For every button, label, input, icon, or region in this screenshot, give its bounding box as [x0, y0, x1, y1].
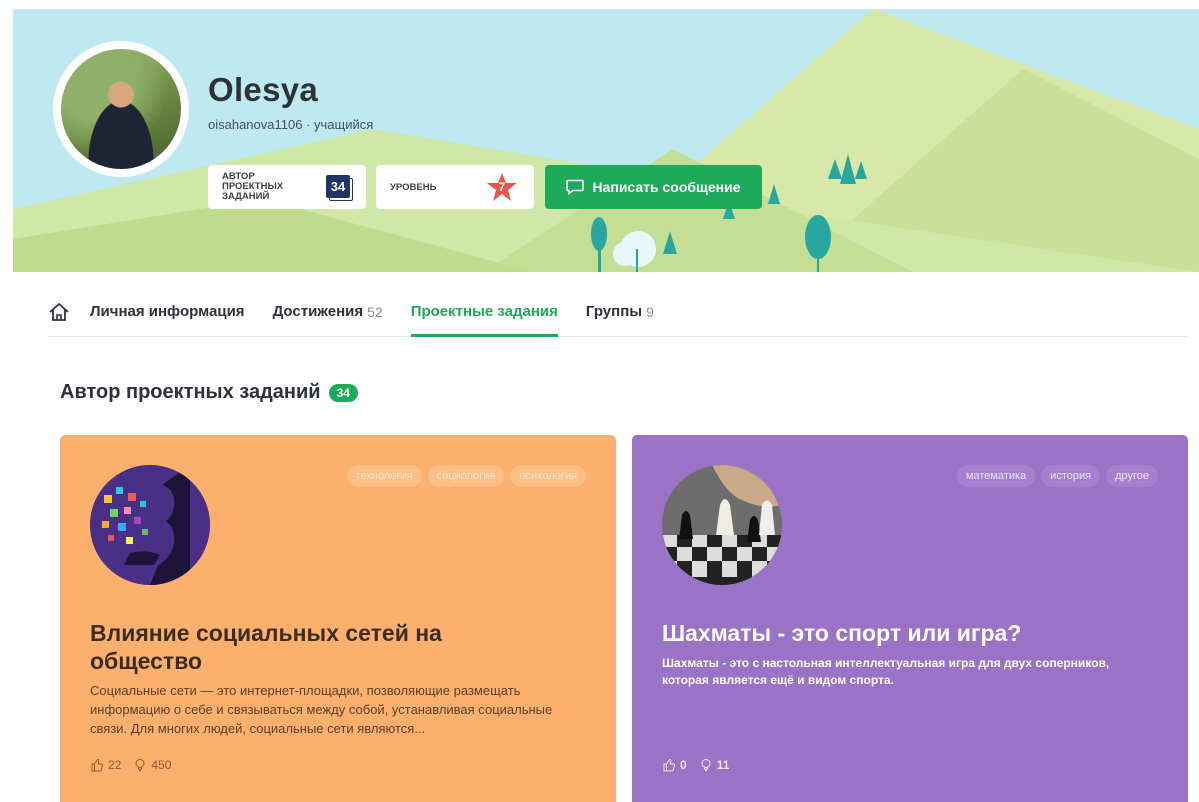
project-stats: 22 450 [90, 758, 171, 772]
tag[interactable]: социология [427, 465, 505, 487]
ideas-stat[interactable]: 11 [699, 758, 729, 772]
level-stat-card[interactable]: УРОВЕНЬ 7 [376, 165, 534, 209]
tag[interactable]: психология [510, 465, 586, 487]
project-stats: 0 11 [662, 758, 729, 772]
project-image [662, 465, 782, 585]
level-stat-label: УРОВЕНЬ [390, 182, 437, 193]
tag[interactable]: история [1041, 465, 1101, 487]
project-card[interactable]: математика история другое Шахматы - это … [632, 435, 1188, 802]
project-image [90, 465, 210, 585]
star-icon: 7 [486, 172, 518, 202]
tag[interactable]: другое [1106, 465, 1158, 487]
landscape-illustration [13, 9, 1199, 272]
likes-stat[interactable]: 0 [662, 758, 687, 772]
project-title[interactable]: Влияние социальных сетей на общество [90, 619, 560, 675]
tab-project-tasks[interactable]: Проектные задания [410, 288, 559, 337]
user-avatar[interactable] [53, 41, 189, 177]
message-icon [566, 179, 585, 195]
like-icon [663, 758, 676, 772]
avatar-photo [61, 49, 181, 169]
tab-home[interactable] [48, 288, 90, 336]
authors-count-badge: 34 [326, 175, 353, 201]
project-description: Социальные сети — это интернет-площадки,… [90, 683, 553, 736]
project-tags: технология социология психология [346, 465, 586, 487]
authors-stat-label: АВТОР ПРОЕКТНЫХ ЗАДАНИЙ [222, 171, 284, 202]
level-value: 7 [498, 180, 506, 194]
authors-stat-card[interactable]: АВТОР ПРОЕКТНЫХ ЗАДАНИЙ 34 [208, 165, 366, 209]
user-name: Olesya [208, 71, 319, 108]
idea-icon [135, 759, 145, 771]
section-title: Автор проектных заданий 34 [60, 381, 358, 404]
likes-stat[interactable]: 22 [90, 758, 121, 772]
like-icon [91, 758, 104, 772]
tag[interactable]: технология [346, 465, 422, 487]
profile-banner: Olesya oisahanova1106 · учащийся АВТОР П… [13, 9, 1199, 272]
home-icon [49, 302, 69, 321]
user-subtitle: oisahanova1106 · учащийся [208, 117, 374, 132]
ideas-stat[interactable]: 450 [133, 758, 171, 772]
section-count-badge: 34 [328, 383, 358, 402]
tab-personal-info[interactable]: Личная информация [90, 288, 245, 336]
idea-icon [701, 759, 711, 771]
project-description: Шахматы - это с настольная интеллектуаль… [662, 656, 1110, 687]
project-card[interactable]: технология социология психология Влияние… [60, 435, 616, 802]
profile-tabs: Личная информация Достижения 52 Проектные… [48, 287, 1188, 337]
project-title[interactable]: Шахматы - это спорт или игра? [662, 619, 1132, 647]
tab-groups[interactable]: Группы 9 [586, 288, 654, 336]
project-tags: математика история другое [956, 465, 1158, 487]
tag[interactable]: математика [956, 465, 1036, 487]
send-message-label: Написать сообщение [592, 179, 741, 195]
tab-achievements[interactable]: Достижения 52 [273, 288, 383, 336]
send-message-button[interactable]: Написать сообщение [545, 165, 762, 209]
